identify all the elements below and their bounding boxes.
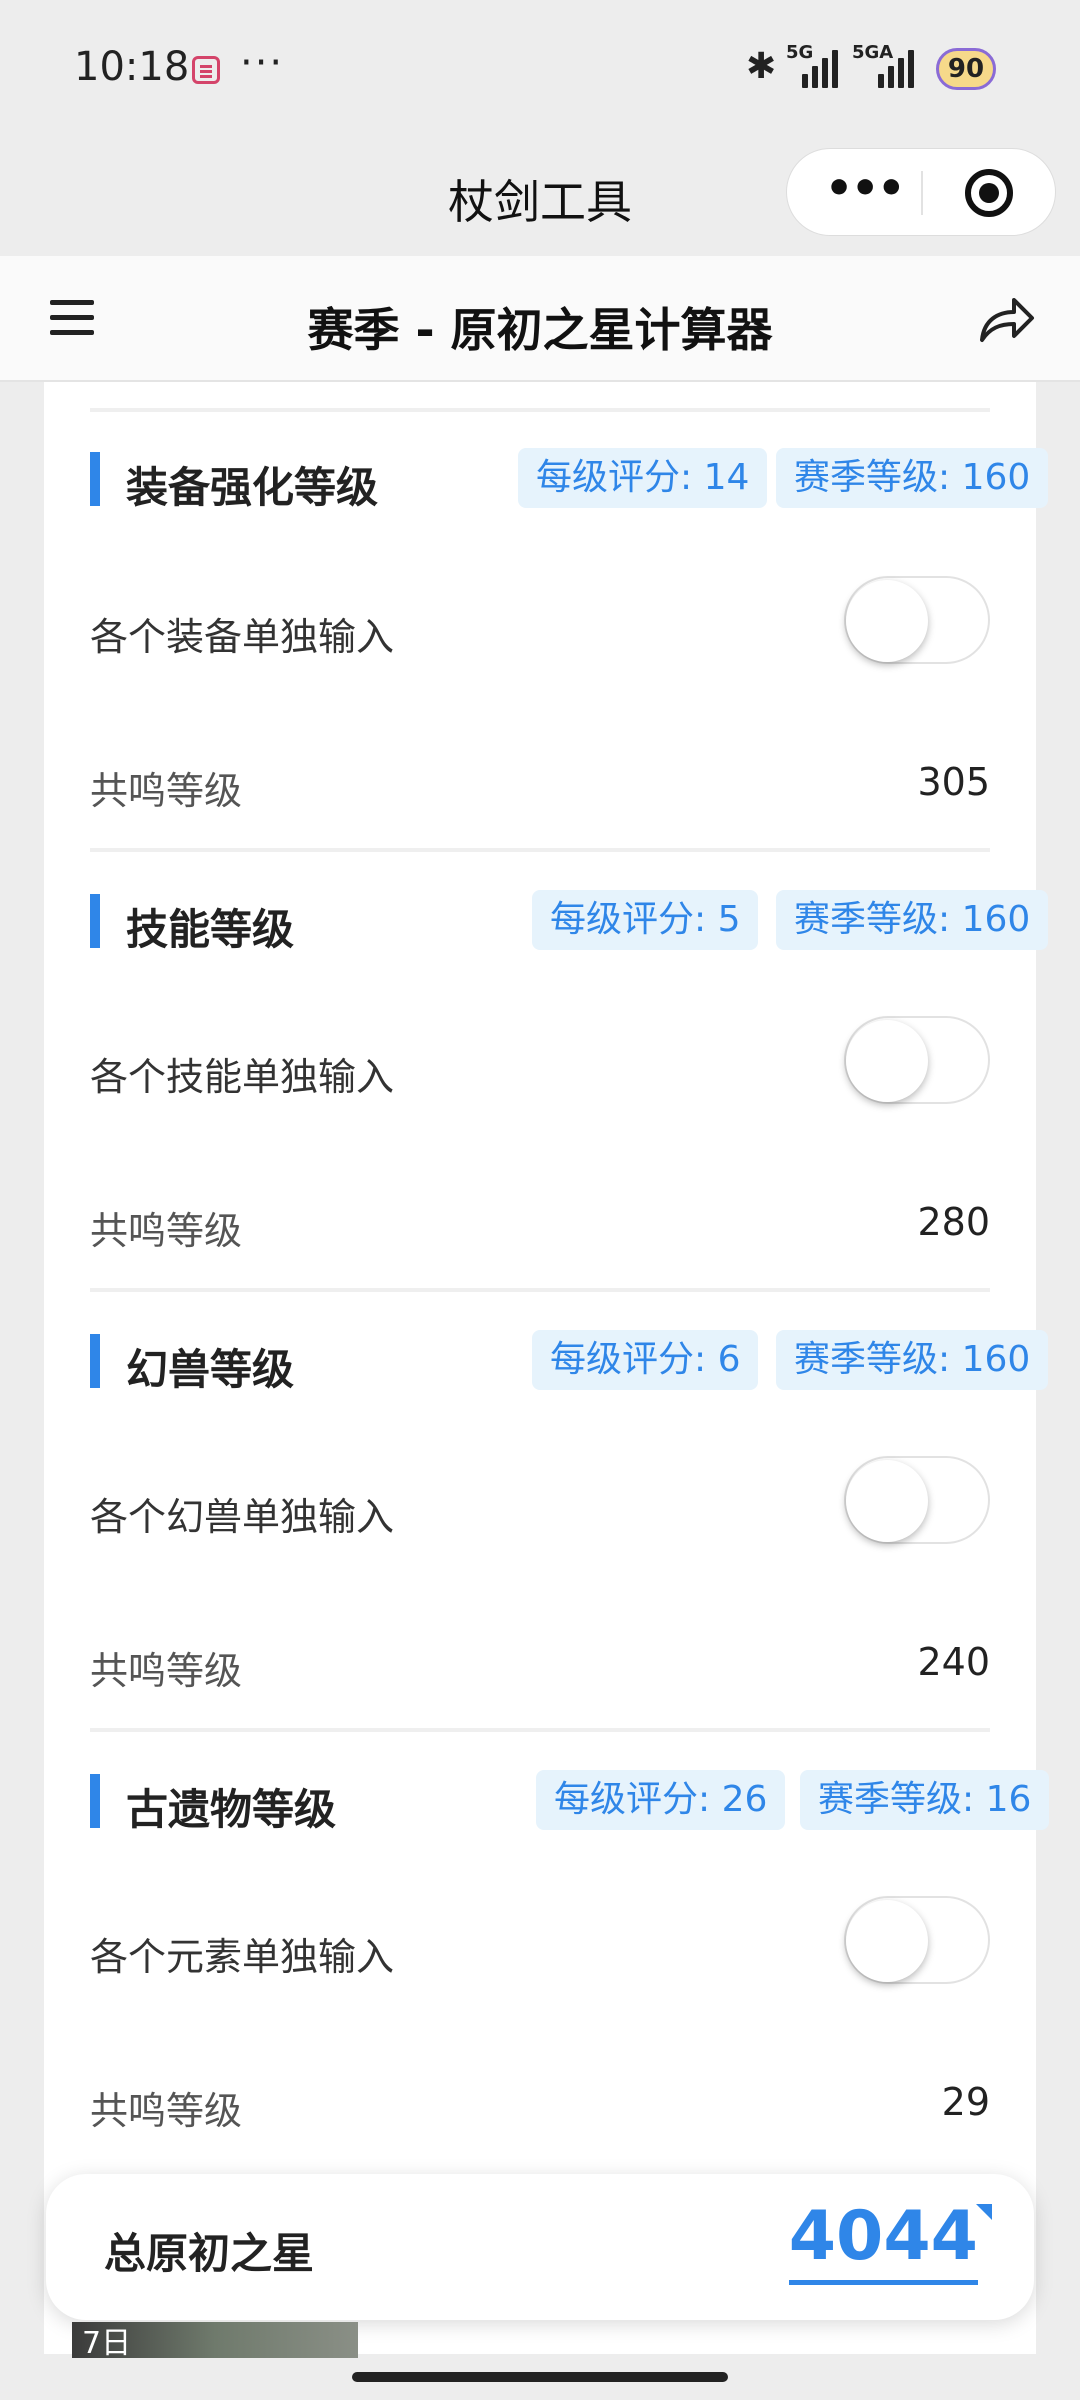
status-more: ··· — [240, 40, 285, 86]
resonance-level-value[interactable]: 305 — [917, 760, 990, 804]
miniprogram-capsule: ••• — [786, 148, 1056, 236]
section-divider — [90, 1728, 990, 1732]
season-level-tag: 赛季等级: 160 — [776, 890, 1049, 950]
resonance-level-label: 共鸣等级 — [90, 769, 243, 813]
section-divider — [90, 1288, 990, 1292]
individual-input-toggle[interactable] — [844, 1016, 990, 1104]
resonance-level-label: 共鸣等级 — [90, 1209, 243, 1253]
page-header: 赛季 - 原初之星计算器 — [0, 256, 1080, 382]
resonance-level-value[interactable]: 29 — [942, 2080, 990, 2124]
resonance-level-label: 共鸣等级 — [90, 1649, 243, 1693]
section-accent-bar — [90, 1334, 100, 1388]
score-per-level-tag: 每级评分: 5 — [532, 890, 759, 950]
individual-input-label: 各个幻兽单独输入 — [90, 1495, 395, 1539]
individual-input-label: 各个元素单独输入 — [90, 1935, 395, 1979]
score-per-level-tag: 每级评分: 26 — [536, 1770, 786, 1830]
section-header-skills: 技能等级 每级评分: 5 赛季等级: 160 — [90, 890, 1049, 954]
individual-input-label: 各个装备单独输入 — [90, 615, 395, 659]
section-accent-bar — [90, 452, 100, 506]
total-stars-value[interactable]: 4044 — [788, 2196, 978, 2285]
section-accent-bar — [90, 894, 100, 948]
season-level-tag: 赛季等级: 16 — [800, 1770, 1050, 1830]
share-icon[interactable] — [976, 292, 1036, 348]
section-title: 幻兽等级 — [126, 1345, 295, 1394]
thumbnail-preview[interactable]: 7日 — [72, 2322, 358, 2361]
section-title: 古遗物等级 — [126, 1785, 337, 1834]
individual-input-toggle[interactable] — [844, 1896, 990, 1984]
bluetooth-icon: ✱ — [746, 46, 777, 87]
section-header-relics: 古遗物等级 每级评分: 26 赛季等级: 16 — [90, 1770, 1050, 1834]
individual-input-label: 各个技能单独输入 — [90, 1055, 395, 1099]
battery-icon: 90 — [936, 48, 996, 90]
corner-marker-icon — [976, 2204, 992, 2220]
section-header-beasts: 幻兽等级 每级评分: 6 赛季等级: 160 — [90, 1330, 1049, 1394]
total-stars-label: 总原初之星 — [104, 2229, 315, 2278]
signal-5ga-icon: 5GA — [852, 42, 926, 88]
score-per-level-tag: 每级评分: 6 — [532, 1330, 759, 1390]
calculator-content: 装备强化等级 每级评分: 14 赛季等级: 160 各个装备单独输入 共鸣等级 … — [44, 382, 1050, 2354]
thumbnail-label: 7日 — [82, 2326, 132, 2361]
status-bar: 10:18 ··· ✱ 5G 5GA 90 — [0, 0, 1080, 140]
section-header-equipment: 装备强化等级 每级评分: 14 赛季等级: 160 — [90, 448, 1049, 512]
total-stars-card: 总原初之星 4044 — [46, 2174, 1034, 2320]
status-time: 10:18 — [74, 44, 190, 90]
season-level-tag: 赛季等级: 160 — [776, 448, 1049, 508]
resonance-level-label: 共鸣等级 — [90, 2089, 243, 2133]
resonance-level-value[interactable]: 240 — [917, 1640, 990, 1684]
season-level-tag: 赛季等级: 160 — [776, 1330, 1049, 1390]
page-title: 赛季 - 原初之星计算器 — [307, 303, 773, 357]
section-divider — [90, 848, 990, 852]
section-title: 装备强化等级 — [126, 463, 379, 512]
section-accent-bar — [90, 1774, 100, 1828]
signal-5g-icon: 5G — [786, 42, 846, 88]
navbar: 杖剑工具 ••• — [0, 140, 1080, 256]
score-per-level-tag: 每级评分: 14 — [518, 448, 768, 508]
more-options-icon[interactable]: ••• — [825, 163, 905, 214]
close-miniprogram-icon[interactable] — [965, 169, 1013, 217]
individual-input-toggle[interactable] — [844, 1456, 990, 1544]
home-indicator[interactable] — [352, 2372, 728, 2382]
notification-app-icon — [192, 56, 220, 84]
section-divider — [90, 408, 990, 412]
individual-input-toggle[interactable] — [844, 576, 990, 664]
resonance-level-value[interactable]: 280 — [917, 1200, 990, 1244]
section-title: 技能等级 — [126, 905, 295, 954]
capsule-divider — [921, 171, 923, 215]
